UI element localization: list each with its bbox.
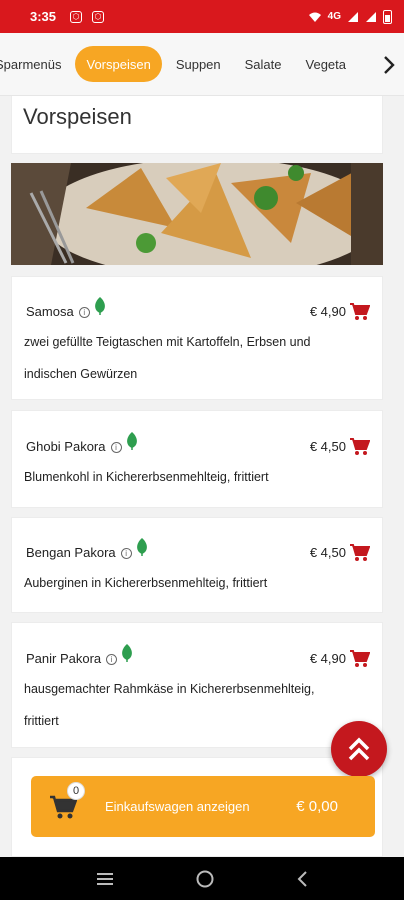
cart-label: Einkaufswagen anzeigen xyxy=(105,799,250,814)
info-icon[interactable]: i xyxy=(120,547,132,559)
section-title: Vorspeisen xyxy=(23,104,132,129)
section-image xyxy=(11,163,383,265)
cart-add-icon[interactable] xyxy=(350,438,370,456)
back-icon[interactable] xyxy=(295,870,309,888)
recents-icon[interactable] xyxy=(95,871,115,887)
description-line: Blumenkohl in Kichererbsenmehlteig, frit… xyxy=(24,470,269,484)
view-cart-button[interactable]: 0 Einkaufswagen anzeigen € 0,00 xyxy=(31,776,375,837)
cart-add-icon[interactable] xyxy=(350,303,370,321)
menu-item[interactable]: Ghobi Pakora i € 4,50 Blumenkohl in Kich… xyxy=(11,410,383,508)
notification-icon: ⬡ xyxy=(92,10,105,23)
tab-vorspeisen[interactable]: Vorspeisen xyxy=(75,46,162,82)
item-description: zwei gefüllte Teigtaschen mit Kartoffeln… xyxy=(24,326,370,390)
leaf-icon xyxy=(136,538,147,556)
status-indicators: 4G xyxy=(308,9,392,24)
item-description: Auberginen in Kichererbsenmehlteig, frit… xyxy=(24,567,370,599)
description-line: indischen Gewürzen xyxy=(24,367,138,381)
section-header: Vorspeisen xyxy=(11,96,383,154)
category-tabs: Sparmenüs Vorspeisen Suppen Salate Veget… xyxy=(0,33,404,96)
description-line: hausgemachter Rahmkäse in Kichererbsenme… xyxy=(24,682,315,696)
item-price: € 4,50 xyxy=(309,544,346,560)
system-nav-bar xyxy=(0,857,404,900)
notification-icon: ⬡ xyxy=(70,10,83,23)
status-bar: 3:35 ⬡ ⬡ 4G xyxy=(0,0,404,33)
item-description: Blumenkohl in Kichererbsenmehlteig, frit… xyxy=(24,461,370,493)
item-description: hausgemachter Rahmkäse in Kichererbsenme… xyxy=(24,673,370,737)
chevron-right-icon[interactable] xyxy=(374,47,404,83)
signal-icon xyxy=(348,11,358,22)
cart-total: € 0,00 xyxy=(296,798,338,815)
leaf-icon xyxy=(122,644,133,662)
status-time: 3:35 xyxy=(30,9,57,24)
item-name: Ghobi Pakora xyxy=(26,438,106,454)
network-type: 4G xyxy=(327,11,341,22)
info-icon[interactable]: i xyxy=(78,306,90,318)
menu-item[interactable]: Bengan Pakora i € 4,50 Auberginen in Kic… xyxy=(11,517,383,613)
item-price: € 4,90 xyxy=(309,303,346,319)
menu-content: Vorspeisen xyxy=(11,96,383,265)
info-icon[interactable]: i xyxy=(106,653,118,665)
leaf-icon xyxy=(126,432,137,450)
info-icon[interactable]: i xyxy=(110,441,122,453)
tab-sparmenues[interactable]: Sparmenüs xyxy=(0,46,73,82)
cart-add-icon[interactable] xyxy=(350,650,370,668)
tab-salate[interactable]: Salate xyxy=(233,46,294,82)
home-icon[interactable] xyxy=(195,869,215,889)
menu-item[interactable]: Panir Pakora i € 4,90 hausgemachter Rahm… xyxy=(11,622,383,748)
scroll-top-button[interactable] xyxy=(331,721,387,777)
double-chevron-up-icon xyxy=(348,737,370,761)
leaf-icon xyxy=(94,297,105,315)
item-price: € 4,50 xyxy=(309,438,346,454)
tab-vegetarisch[interactable]: Vegeta xyxy=(294,46,359,82)
item-name: Samosa xyxy=(26,303,74,319)
description-line: Auberginen in Kichererbsenmehlteig, frit… xyxy=(24,576,268,590)
description-line: zwei gefüllte Teigtaschen mit Kartoffeln… xyxy=(24,335,311,349)
tab-suppen[interactable]: Suppen xyxy=(164,46,233,82)
item-name: Panir Pakora xyxy=(26,650,102,666)
cart-count-badge: 0 xyxy=(67,782,85,800)
battery-icon xyxy=(383,9,392,24)
menu-item[interactable]: Samosa i € 4,90 zwei gefüllte Teigtasche… xyxy=(11,276,383,400)
item-name: Bengan Pakora xyxy=(26,544,116,560)
cart-add-icon[interactable] xyxy=(350,544,370,562)
item-price: € 4,90 xyxy=(309,650,346,666)
wifi-icon xyxy=(308,12,321,22)
signal-icon xyxy=(366,11,376,22)
description-line: frittiert xyxy=(24,714,59,728)
